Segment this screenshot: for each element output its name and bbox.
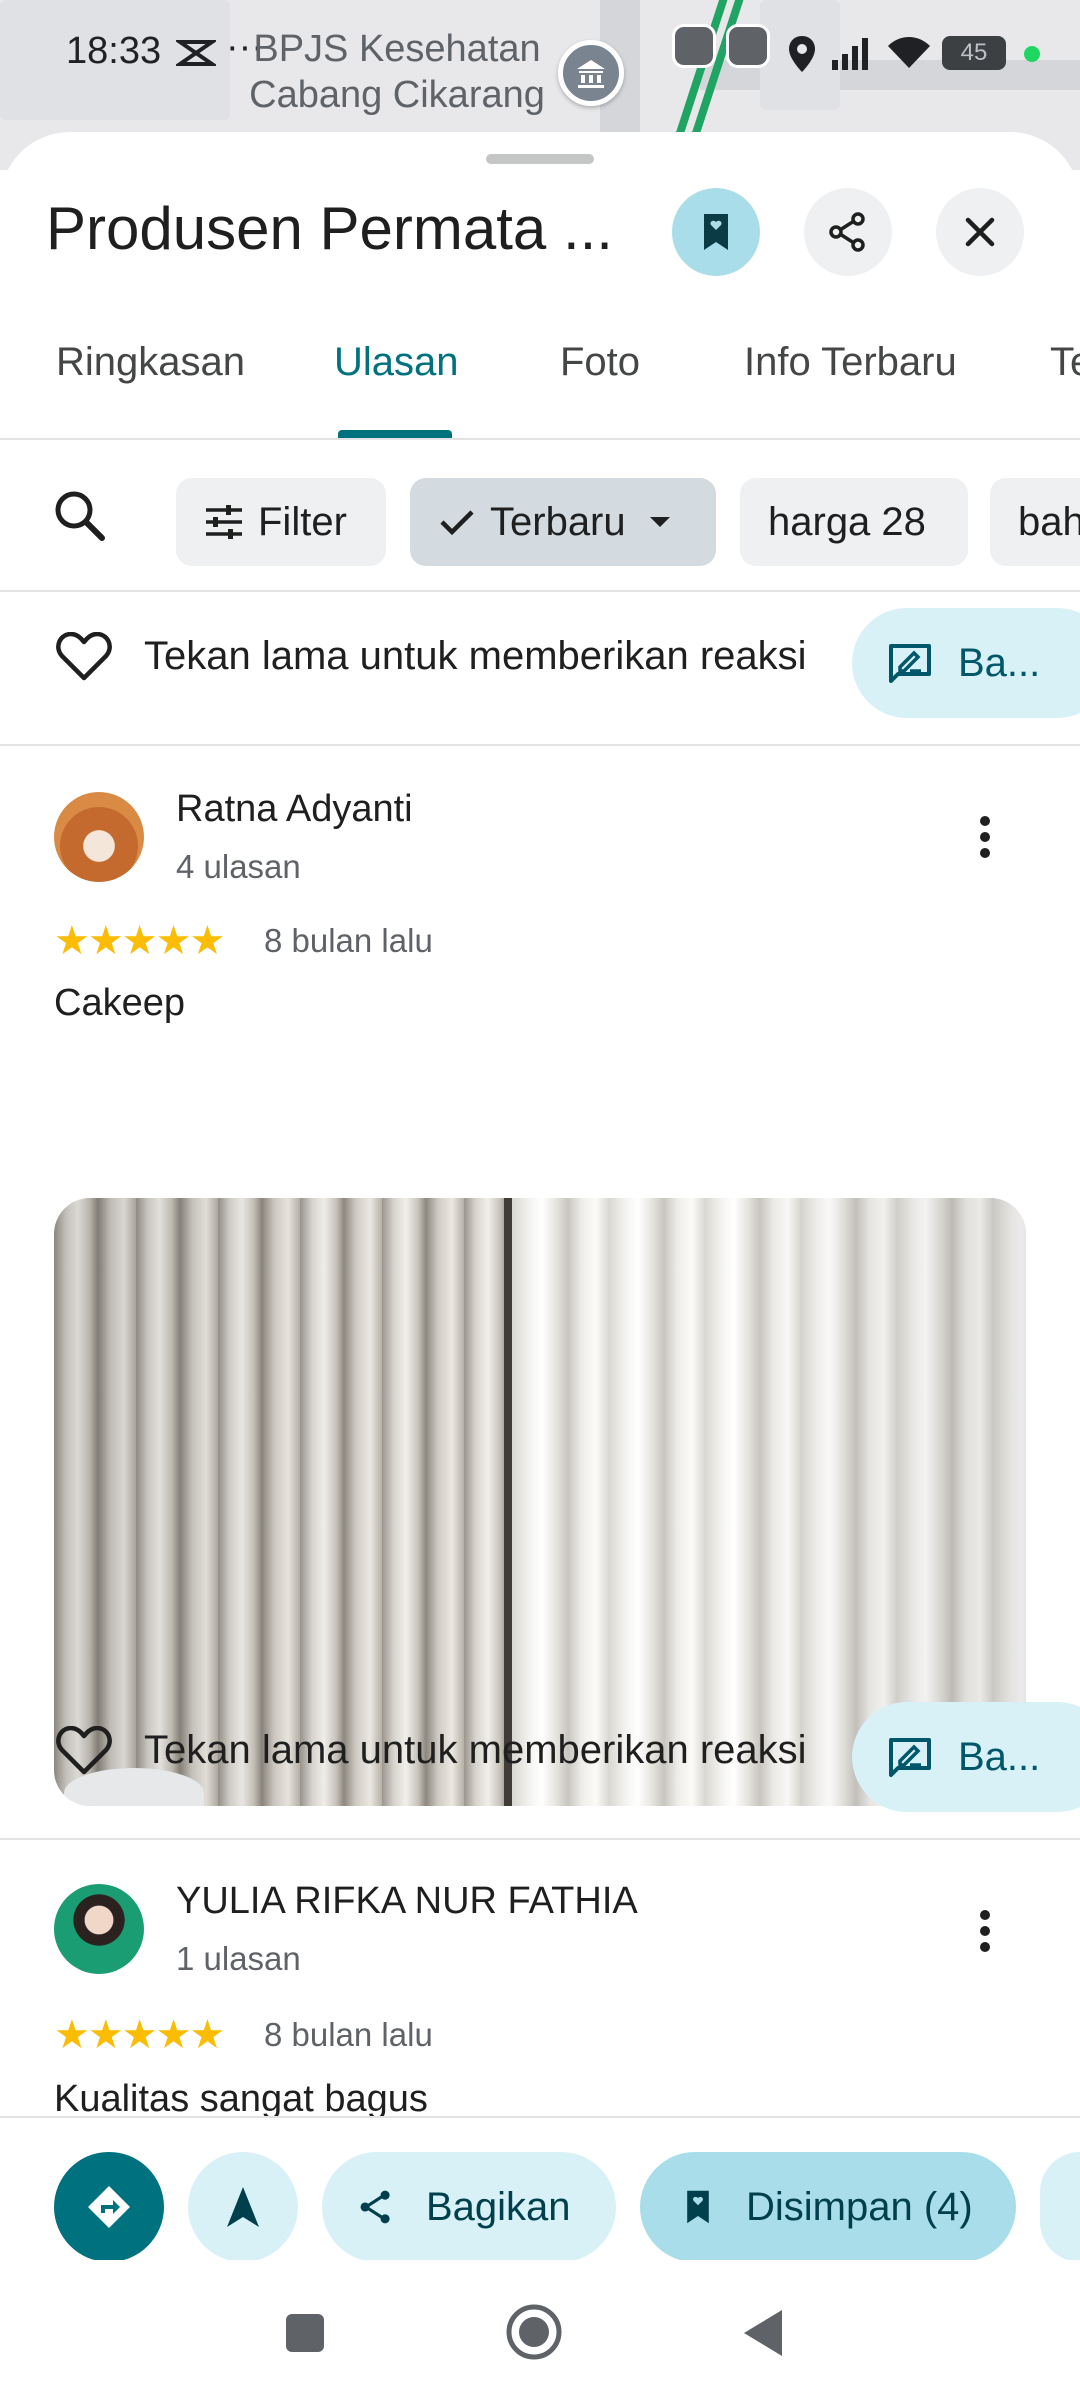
back-icon[interactable]	[740, 2308, 786, 2358]
privacy-indicator	[1024, 46, 1040, 62]
tab-foto[interactable]: Foto	[560, 340, 640, 385]
review-time: 8 bulan lalu	[264, 2016, 433, 2053]
location-icon	[789, 36, 815, 72]
wifi-icon	[888, 37, 930, 68]
share-review-label: Ba...	[958, 640, 1041, 685]
search-icon[interactable]	[50, 486, 110, 546]
tab-partial[interactable]: Te	[1050, 340, 1080, 385]
start-navigation-button[interactable]	[188, 2152, 298, 2262]
review-time: 8 bulan lalu	[264, 922, 433, 959]
home-icon[interactable]	[504, 2302, 564, 2362]
tab-bar: Ringkasan Ulasan Foto Info Terbaru Te	[0, 292, 1080, 440]
sort-chip[interactable]: Terbaru	[410, 478, 716, 566]
reaction-hint: Tekan lama untuk memberikan reaksi	[144, 634, 807, 678]
tab-ringkasan[interactable]: Ringkasan	[56, 340, 245, 385]
system-navigation-bar	[0, 2260, 1080, 2400]
sort-chip-label: Terbaru	[490, 499, 626, 544]
navigation-icon	[227, 2187, 259, 2227]
map-place-label-line1: BPJS Kesehatan	[253, 28, 541, 70]
reaction-row: Tekan lama untuk memberikan reaksi Ba...	[0, 1692, 1080, 1812]
rate-review-icon	[889, 1738, 931, 1777]
close-icon	[965, 217, 995, 247]
heart-icon[interactable]	[56, 1726, 112, 1776]
map-poi-marker[interactable]	[558, 40, 624, 106]
share-place-button[interactable]: Bagikan	[322, 2152, 616, 2262]
bottom-action-bar: Bagikan Disimpan (4)	[0, 2116, 1080, 2262]
signal-icon	[832, 38, 868, 70]
saved-label: Disimpan (4)	[746, 2184, 973, 2229]
filter-chip-label: Filter	[258, 499, 347, 544]
reviewer-review-count: 1 ulasan	[176, 1940, 301, 1977]
bookmark-icon	[704, 214, 728, 250]
building-icon	[577, 60, 605, 88]
filter-chips-row: Filter Terbaru harga 28 bah	[0, 442, 1080, 592]
directions-button[interactable]	[54, 2152, 164, 2262]
star-rating: ★★★★★	[54, 2013, 225, 2057]
map-place-label-line2: Cabang Cikarang	[249, 74, 545, 116]
check-icon	[440, 510, 474, 536]
reviewer-name[interactable]: YULIA RIFKA NUR FATHIA	[176, 1880, 638, 1923]
avatar[interactable]	[54, 1884, 144, 1974]
share-icon	[360, 2190, 390, 2224]
tune-icon	[206, 505, 242, 539]
drag-handle[interactable]	[486, 154, 594, 164]
review-text: Kualitas sangat bagus	[54, 2078, 428, 2120]
reviewer-name[interactable]: Ratna Adyanti	[176, 788, 413, 831]
status-time: 18:33	[66, 30, 162, 72]
save-button[interactable]	[672, 188, 760, 276]
notification-icon	[176, 40, 216, 66]
map-place-label[interactable]: BPJS Kesehatan Cabang Cikarang	[232, 26, 562, 118]
share-review-label: Ba...	[958, 1734, 1041, 1779]
bus-stop-icon[interactable]	[672, 24, 716, 68]
divider	[0, 1838, 1080, 1840]
reviewer-review-count: 4 ulasan	[176, 848, 301, 885]
share-icon	[829, 212, 865, 252]
active-tab-indicator	[338, 430, 452, 438]
star-rating: ★★★★★	[54, 919, 225, 963]
recent-apps-icon[interactable]	[284, 2312, 326, 2354]
battery-icon: 45	[942, 36, 1006, 70]
bookmark-icon	[687, 2190, 709, 2224]
place-sheet: Produsen Permata ... Ringkasan Ulasan Fo…	[0, 132, 1080, 2400]
share-review-button[interactable]: Ba...	[852, 608, 1080, 718]
reaction-hint: Tekan lama untuk memberikan reaksi	[144, 1728, 807, 1772]
rate-review-icon	[889, 644, 931, 683]
review-text: Cakeep	[54, 982, 185, 1024]
topic-chip-bahan[interactable]: bah	[990, 478, 1080, 566]
more-options-icon[interactable]	[978, 1908, 992, 1954]
topic-chip-label: bah	[1018, 499, 1080, 544]
tab-info-terbaru[interactable]: Info Terbaru	[744, 340, 957, 385]
more-actions-button[interactable]	[1040, 2152, 1080, 2262]
share-place-label: Bagikan	[426, 2184, 571, 2229]
filter-chip[interactable]: Filter	[176, 478, 386, 566]
avatar[interactable]	[54, 792, 144, 882]
divider	[0, 744, 1080, 746]
tab-ulasan[interactable]: Ulasan	[334, 340, 459, 385]
share-review-button[interactable]: Ba...	[852, 1702, 1080, 1812]
topic-chip-harga[interactable]: harga 28	[740, 478, 968, 566]
topic-chip-label: harga 28	[768, 499, 926, 544]
share-button[interactable]	[804, 188, 892, 276]
close-button[interactable]	[936, 188, 1024, 276]
heart-icon[interactable]	[56, 632, 112, 682]
status-bar: 18:33 ··· BPJS Kesehatan Cabang Cikarang…	[0, 0, 1080, 116]
dropdown-arrow-icon	[649, 517, 670, 527]
saved-button[interactable]: Disimpan (4)	[640, 2152, 1016, 2262]
directions-icon	[88, 2186, 130, 2228]
more-options-icon[interactable]	[978, 814, 992, 860]
bus-stop-icon[interactable]	[726, 24, 770, 68]
place-title: Produsen Permata ...	[46, 195, 613, 262]
reaction-row: Tekan lama untuk memberikan reaksi Ba...	[0, 598, 1080, 718]
